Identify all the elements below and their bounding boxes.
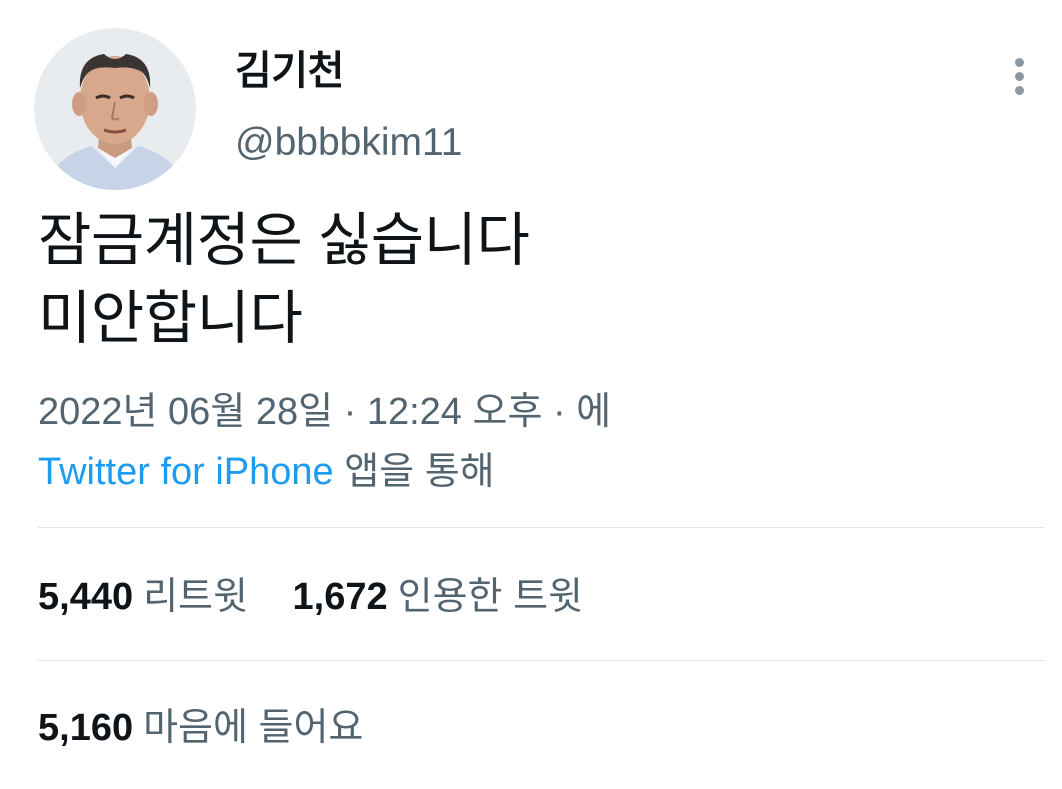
quotes-label: 인용한 트윗 bbox=[397, 576, 583, 618]
tweet-detail: 김기천 @bbbbkim11 잠금계정은 싫습니다 미안합니다 2022년 06… bbox=[0, 0, 1062, 789]
source-suffix: 앱을 통해 bbox=[333, 451, 495, 493]
likes-stat[interactable]: 5,160 마음에 들어요 bbox=[38, 709, 363, 747]
tweet-meta: 2022년 06월 28일 · 12:24 오후 · 에 Twitter for… bbox=[38, 382, 611, 502]
user-handle[interactable]: @bbbbkim11 bbox=[235, 123, 463, 162]
more-vertical-icon[interactable] bbox=[1001, 54, 1039, 98]
divider bbox=[38, 660, 1044, 661]
likes-count: 5,160 bbox=[38, 707, 134, 749]
divider bbox=[38, 527, 1044, 528]
retweets-label: 리트윗 bbox=[143, 576, 248, 618]
tweet-text: 잠금계정은 싫습니다 미안합니다 bbox=[38, 202, 530, 358]
likes-stats: 5,160 마음에 들어요 bbox=[38, 709, 397, 747]
display-name[interactable]: 김기천 bbox=[235, 51, 344, 91]
tweet-text-line: 미안합니다 bbox=[38, 286, 303, 351]
timestamp[interactable]: 2022년 06월 28일 · 12:24 오후 · 에 bbox=[38, 382, 611, 442]
profile-photo-icon bbox=[34, 28, 196, 190]
engagement-stats: 5,440 리트윗 1,672 인용한 트윗 bbox=[38, 578, 617, 616]
quotes-stat[interactable]: 1,672 인용한 트윗 bbox=[293, 578, 583, 616]
likes-label: 마음에 들어요 bbox=[143, 707, 364, 749]
avatar[interactable] bbox=[34, 28, 196, 190]
source-link[interactable]: Twitter for iPhone bbox=[38, 451, 334, 493]
retweets-count: 5,440 bbox=[38, 576, 134, 618]
tweet-text-line: 잠금계정은 싫습니다 bbox=[38, 208, 530, 273]
quotes-count: 1,672 bbox=[292, 576, 388, 618]
retweets-stat[interactable]: 5,440 리트윗 bbox=[38, 578, 248, 616]
